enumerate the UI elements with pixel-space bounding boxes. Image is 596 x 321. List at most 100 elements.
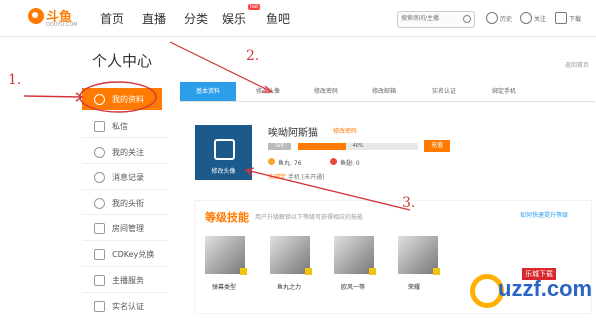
experience-bar: 40% — [298, 143, 418, 150]
divider — [82, 189, 168, 190]
download-label[interactable]: 下载 — [569, 14, 581, 23]
skill-label: 鱼丸之力 — [277, 284, 302, 291]
search-input[interactable] — [398, 12, 464, 25]
top-bar: 斗鱼 DOUYU.COM 首页 直播 分类 娱乐 hot 鱼吧 历史 关注 下载 — [0, 0, 596, 37]
sidebar-item-anchor[interactable]: 主播服务 — [82, 269, 162, 291]
sidebar-item-label: 我的头衔 — [112, 199, 144, 208]
fish-logo-icon — [28, 8, 44, 24]
sidebar-item-cdkey[interactable]: CDKey兑换 — [82, 243, 162, 265]
tabs-divider — [180, 101, 595, 102]
nav-entertainment[interactable]: 娱乐 hot — [222, 4, 261, 27]
skill-label: 弹幕类型 — [212, 284, 237, 291]
phone-status-text: 手机 [未开通] — [287, 174, 325, 181]
tab-edit-avatar[interactable]: 修改头像 — [256, 86, 280, 95]
avatar-edit-button[interactable]: 修改头像 — [195, 125, 252, 180]
tab-realname[interactable]: 实名认证 — [432, 86, 456, 95]
how-to-level-up-link[interactable]: 如何快速提升等级 — [520, 210, 568, 219]
sidebar-item-realname[interactable]: 实名认证 — [82, 295, 162, 317]
sidebar-title: 个人中心 — [92, 52, 153, 70]
skill-label: 荣耀 — [408, 284, 421, 291]
fish-chip-icon — [330, 158, 337, 165]
sidebar-item-label: 我的关注 — [112, 148, 144, 157]
edit-password-link[interactable]: 修改密码 — [333, 126, 357, 135]
clock-icon — [94, 172, 105, 183]
logo-subtext: DOUYU.COM — [46, 22, 78, 28]
skills-title: 等级技能 — [205, 211, 249, 224]
hot-badge: hot — [248, 4, 261, 10]
download-icon[interactable] — [555, 12, 567, 24]
sidebar-item-room[interactable]: 房间管理 — [82, 217, 162, 239]
username: 唉呦阿斯猫 — [268, 128, 318, 139]
sidebar-item-label: 主播服务 — [112, 276, 144, 285]
shield-icon — [94, 301, 105, 312]
lock-icon — [305, 268, 312, 275]
message-icon — [94, 121, 105, 132]
fish-balls-value: 鱼丸: 76 — [278, 160, 302, 167]
charge-button[interactable]: 充值 — [424, 140, 450, 152]
tab-edit-password[interactable]: 修改密码 — [314, 86, 338, 95]
sidebar-item-label: CDKey兑换 — [112, 250, 155, 259]
phone-status-key: 未绑定 — [268, 174, 287, 181]
sidebar-item-label: 消息记录 — [112, 173, 144, 182]
sidebar-item-messages[interactable]: 私信 — [82, 115, 162, 137]
home-icon — [94, 223, 105, 234]
skill-label: 欧风一等 — [341, 284, 366, 291]
nav-fishbar[interactable]: 鱼吧 — [266, 10, 290, 27]
fish-chips-value: 鱼翅: 0 — [340, 160, 360, 167]
heart-icon — [94, 147, 105, 158]
divider — [82, 214, 168, 215]
avatar-label: 修改头像 — [211, 168, 236, 175]
history-icon[interactable] — [486, 12, 498, 24]
nav-live[interactable]: 直播 — [142, 10, 166, 27]
annotation-label-3: 3. — [402, 195, 416, 211]
sidebar-item-profile[interactable]: 我的资料 — [82, 88, 162, 110]
lock-icon — [369, 268, 376, 275]
fish-ball-icon — [268, 158, 275, 165]
sidebar-item-records[interactable]: 消息记录 — [82, 166, 162, 188]
arrow-1 — [23, 95, 83, 98]
watermark-text: uzzf.com — [498, 276, 593, 301]
nav-home[interactable]: 首页 — [100, 10, 124, 27]
phone-status[interactable]: 未绑定 手机 [未开通] — [268, 172, 325, 181]
divider — [82, 240, 168, 241]
skills-description: 用户升级解锁以下等级可获得相应的技能 — [255, 214, 364, 221]
profile-icon — [94, 94, 105, 105]
uzzf-watermark: 乐城下载 uzzf.com — [470, 268, 593, 316]
sidebar-item-titles[interactable]: 我的头衔 — [82, 192, 162, 214]
lock-icon — [433, 268, 440, 275]
follow-icon[interactable] — [520, 12, 532, 24]
experience-percent: 40% — [352, 143, 364, 149]
skill-trophy-image — [334, 236, 374, 274]
sidebar-item-label: 我的资料 — [112, 95, 144, 104]
sidebar-item-label: 房间管理 — [112, 224, 144, 233]
level-badge: LV4 — [268, 143, 291, 150]
sidebar-item-follows[interactable]: 我的关注 — [82, 141, 162, 163]
search-icon[interactable] — [463, 15, 471, 23]
skill-fishball-image — [270, 236, 310, 274]
annotation-label-2: 2. — [246, 48, 260, 64]
annotation-label-1: 1. — [8, 72, 22, 88]
douyu-logo[interactable]: 斗鱼 DOUYU.COM — [28, 6, 78, 30]
key-icon — [94, 249, 105, 260]
follow-label[interactable]: 关注 — [534, 14, 546, 23]
tab-edit-email[interactable]: 修改邮箱 — [372, 86, 396, 95]
service-icon — [94, 275, 105, 286]
back-home-link[interactable]: 返回首页 — [565, 60, 589, 69]
search-box[interactable] — [397, 11, 475, 28]
nav-category[interactable]: 分类 — [184, 10, 208, 27]
divider — [82, 292, 168, 293]
nav-entertainment-label: 娱乐 — [222, 12, 247, 26]
sidebar-item-label: 实名认证 — [112, 302, 144, 311]
tab-basic-info[interactable]: 基本资料 — [180, 82, 236, 101]
skill-honor-image — [398, 236, 438, 274]
tab-bind-phone[interactable]: 绑定手机 — [492, 86, 516, 95]
badge-icon — [94, 198, 105, 209]
divider — [82, 137, 168, 138]
history-label[interactable]: 历史 — [500, 14, 512, 23]
lock-icon — [240, 268, 247, 275]
edit-icon — [214, 139, 235, 160]
divider — [82, 266, 168, 267]
skill-barrage-image — [205, 236, 245, 274]
divider — [82, 163, 168, 164]
sidebar-item-label: 私信 — [112, 122, 128, 131]
